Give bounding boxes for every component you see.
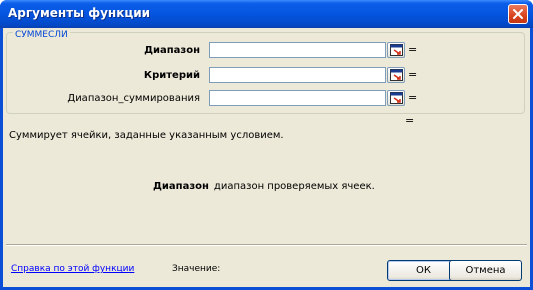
dialog-body: СУММЕСЛИ Диапазон = Критерий = Диапазон_… (3, 28, 530, 287)
close-button[interactable] (508, 4, 528, 24)
argument-label-sum-range: Диапазон_суммирования (67, 93, 200, 104)
argument-result-criteria: = (408, 68, 418, 81)
help-link[interactable]: Справка по этой функции (11, 264, 134, 274)
argument-help-text: диапазон проверяемых ячеек. (213, 181, 375, 192)
range-select-icon (390, 69, 403, 81)
close-icon (513, 9, 523, 19)
argument-label-range: Диапазон (144, 45, 200, 56)
argument-result-sum-range: = (408, 91, 418, 104)
function-result-equals: = (405, 114, 415, 127)
title-bar[interactable]: Аргументы функции (0, 0, 533, 28)
argument-help-name: Диапазон (153, 181, 209, 192)
range-select-button-criteria[interactable] (387, 67, 405, 83)
range-select-button-range[interactable] (387, 42, 405, 58)
cancel-button[interactable]: Отмена (449, 260, 522, 281)
divider (6, 244, 527, 246)
arguments-group: СУММЕСЛИ Диапазон = Критерий = Диапазон_… (6, 30, 525, 114)
argument-input-sum-range[interactable] (209, 90, 386, 106)
range-select-icon (390, 92, 403, 104)
argument-input-criteria[interactable] (209, 67, 386, 83)
window-title: Аргументы функции (8, 6, 151, 20)
range-select-button-sum-range[interactable] (387, 90, 405, 106)
function-description: Суммирует ячейки, заданные указанным усл… (9, 130, 284, 141)
function-name: СУММЕСЛИ (13, 30, 70, 40)
argument-label-criteria: Критерий (143, 70, 200, 81)
range-select-icon (390, 44, 403, 56)
value-label: Значение: (172, 264, 221, 274)
dialog-window: Аргументы функции СУММЕСЛИ Диапазон = Кр… (0, 0, 533, 290)
argument-result-range: = (408, 43, 418, 56)
argument-input-range[interactable] (209, 42, 386, 58)
argument-help: Диапазон диапазон проверяемых ячеек. (153, 181, 375, 192)
